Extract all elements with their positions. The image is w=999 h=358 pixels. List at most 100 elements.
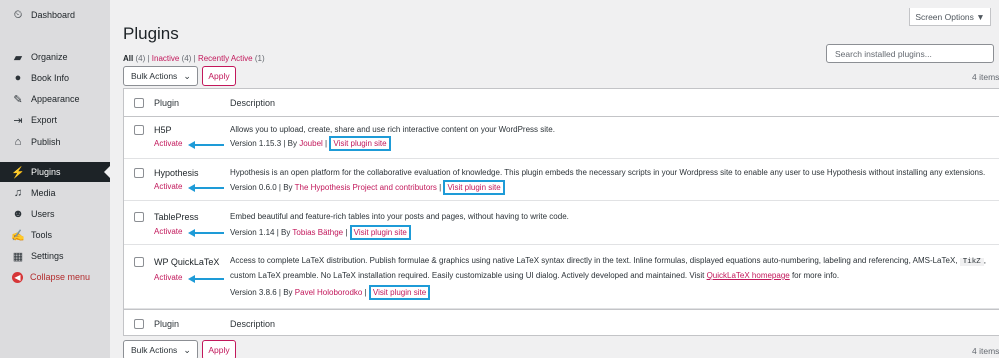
plugin-description: Access to complete LaTeX distribution. P… [230,256,986,266]
collapse-menu-button[interactable]: ◀ Collapse menu [0,267,110,287]
sidebar-item-media[interactable]: ♫ Media [0,183,110,203]
sidebar-item-plugins[interactable]: ⚡ Plugins [0,162,110,182]
author-link[interactable]: Pavel Holoborodko [295,288,363,297]
apply-button-bottom[interactable]: Apply [202,340,236,358]
sidebar-item-export[interactable]: ⇥ Export [0,110,110,130]
bulk-actions-label: Bulk Actions [131,71,178,81]
bulk-actions-label: Bulk Actions [131,345,178,355]
sidebar-item-book-info[interactable]: ● Book Info [0,68,110,88]
plugin-description: Embed beautiful and feature-rich tables … [230,212,569,221]
author-link[interactable]: The Hypothesis Project and contributors [295,183,437,192]
visit-plugin-site-link[interactable]: Visit plugin site [329,136,391,151]
activate-link[interactable]: Activate [154,227,182,236]
sidebar-item-label: Appearance [31,94,80,104]
plugin-description: Hypothesis is an open platform for the c… [230,168,986,177]
plugin-checkbox[interactable] [134,257,144,267]
sidebar-item-appearance[interactable]: ✎ Appearance [0,89,110,109]
filter-inactive-link[interactable]: Inactive [152,54,180,63]
plugin-name: WP QuickLaTeX [154,257,220,267]
arrow-annotation-icon [188,141,224,149]
arrow-annotation-icon [188,275,224,283]
dashboard-icon: ⏲ [13,8,23,21]
items-count-bottom: 4 items [972,346,999,356]
plugin-meta: Version 3.8.6 | By Pavel Holoborodko | V… [230,285,431,300]
description-text: Access to complete LaTeX distribution. P… [230,256,958,265]
info-icon: ● [14,72,22,84]
plugin-checkbox[interactable] [134,125,144,135]
quicklatex-homepage-link[interactable]: QuickLaTeX homepage [707,271,790,280]
bulk-actions-select-bottom[interactable]: Bulk Actions ⌄ [123,340,198,358]
visit-plugin-site-link[interactable]: Visit plugin site [443,180,505,195]
plugin-checkbox[interactable] [134,212,144,222]
column-header-plugin: Plugin [154,98,180,108]
sidebar-item-organize[interactable]: ▰ Organize [0,47,110,67]
bulk-actions-select[interactable]: Bulk Actions ⌄ [123,66,198,86]
search-plugins-input[interactable]: Search installed plugins... [826,44,994,63]
select-all-checkbox[interactable] [134,319,144,329]
plugin-description-line-2: custom LaTeX preamble. No LaTeX installa… [230,271,839,280]
items-count: 4 items [972,72,999,82]
filter-all-link[interactable]: All [123,54,133,63]
table-footer-row: Plugin Description [124,309,999,337]
filter-separator: | [147,54,150,63]
filter-separator: | [193,54,196,63]
plugin-filter-links: All (4) | Inactive (4) | Recently Active… [123,54,265,63]
visit-plugin-site-link[interactable]: Visit plugin site [349,225,411,240]
plugin-version: Version 1.15.3 | By [230,139,300,148]
plugin-row-tablepress: TablePress Activate Embed beautiful and … [124,201,999,245]
arrow-annotation-icon [188,229,224,237]
media-icon: ♫ [13,187,23,199]
sidebar-item-label: Dashboard [31,10,76,20]
filter-inactive-count: (4) [181,54,192,63]
chevron-down-icon: ⌄ [183,70,191,81]
table-header-row: Plugin Description [124,89,999,117]
description-text: , [983,256,986,265]
sidebar-item-label: Organize [31,52,68,62]
screen-options-button[interactable]: Screen Options ▼ [909,8,991,26]
export-icon: ⇥ [13,114,23,127]
visit-plugin-site-link[interactable]: Visit plugin site [368,285,431,300]
page-title: Plugins [123,24,179,43]
author-link[interactable]: Tobias Bäthge [292,228,343,237]
sidebar-item-publish[interactable]: ⌂ Publish [0,132,110,152]
select-all-checkbox[interactable] [134,98,144,108]
column-header-description: Description [230,98,276,108]
plugin-row-h5p: H5P Activate Allows you to upload, creat… [124,117,999,159]
sidebar-item-dashboard[interactable]: ⏲ Dashboard [0,5,110,25]
plugin-name: Hypothesis [154,168,199,178]
sidebar-item-label: Users [31,209,55,219]
description-text: custom LaTeX preamble. No LaTeX installa… [230,271,707,280]
code-tikz: TikZ [959,258,984,266]
sidebar-item-tools[interactable]: ✍ Tools [0,225,110,245]
plugin-version: Version 3.8.6 | By [230,288,295,297]
sidebar-item-label: Tools [31,230,53,240]
description-text: for more info. [789,271,840,280]
plugin-meta: Version 0.6.0 | By The Hypothesis Projec… [230,180,505,195]
plugin-version: Version 1.14 | By [230,228,293,237]
apply-button[interactable]: Apply [202,66,236,86]
plugin-row-hypothesis: Hypothesis Activate Hypothesis is an ope… [124,159,999,201]
arrow-annotation-icon [188,184,224,192]
plugin-meta: Version 1.15.3 | By Joubel | Visit plugi… [230,136,391,151]
wrench-icon: ✍ [11,229,25,242]
activate-link[interactable]: Activate [154,139,182,148]
sidebar-item-label: Export [31,115,58,125]
sidebar-item-label: Media [31,188,56,198]
column-footer-plugin: Plugin [154,319,180,329]
paintbrush-icon: ✎ [13,93,23,106]
activate-link[interactable]: Activate [154,182,182,191]
book-icon: ▰ [13,51,23,64]
sidebar-item-label: Book Info [31,73,70,83]
sidebar-item-settings[interactable]: ▦ Settings [0,246,110,266]
filter-all-count: (4) [135,54,146,63]
activate-link[interactable]: Activate [154,273,182,282]
filter-recently-active-link[interactable]: Recently Active [198,54,253,63]
plugin-description: Allows you to upload, create, share and … [230,125,555,134]
sidebar-item-label: Publish [31,137,61,147]
sidebar-item-users[interactable]: ☻ Users [0,204,110,224]
sidebar-item-label: Settings [31,251,64,261]
author-link[interactable]: Joubel [299,139,323,148]
sidebar-item-label: Plugins [31,167,61,177]
plugin-checkbox[interactable] [134,168,144,178]
column-footer-description: Description [230,319,276,329]
